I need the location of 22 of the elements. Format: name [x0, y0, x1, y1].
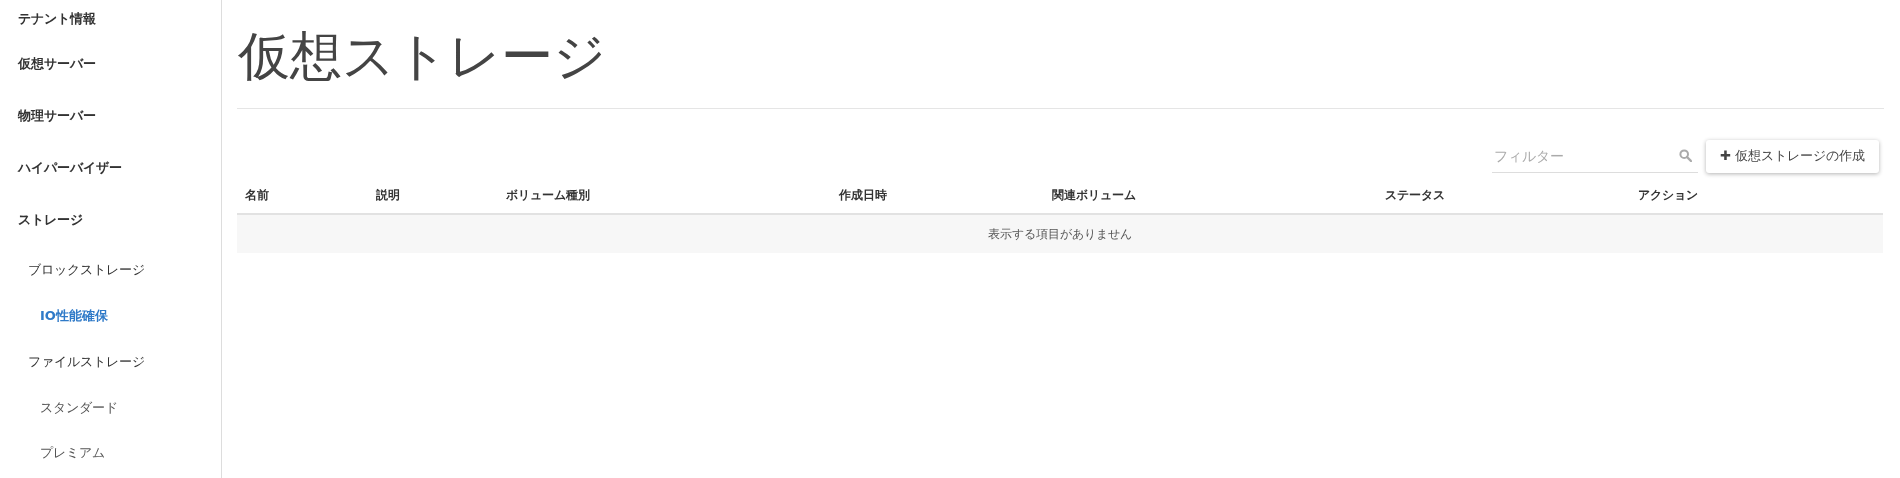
sidebar-item[interactable]: プレミアム [0, 430, 221, 475]
column-header: ステータス [1384, 187, 1446, 204]
sidebar-item[interactable]: ストレージ [0, 194, 221, 246]
column-header: 名前 [244, 187, 270, 204]
sidebar-item[interactable]: 物理サーバー [0, 90, 221, 142]
column-header: 説明 [375, 187, 401, 204]
sidebar-item[interactable]: IO性能確保 [0, 293, 221, 338]
create-storage-button[interactable]: ✚ 仮想ストレージの作成 [1706, 139, 1879, 173]
sidebar-item[interactable]: ファイルストレージ [0, 338, 221, 385]
sidebar-item[interactable]: テナント情報 [0, 0, 221, 38]
search-icon [1679, 149, 1693, 162]
sidebar-item[interactable]: ハイパーバイザー [0, 142, 221, 194]
column-header: 関連ボリューム [1051, 187, 1137, 204]
empty-message: 表示する項目がありません [237, 215, 1883, 253]
column-header: アクション [1637, 187, 1699, 204]
sidebar-item[interactable]: ブロックストレージ [0, 246, 221, 293]
column-header: ボリューム種別 [505, 187, 591, 204]
sidebar-item[interactable]: 仮想サーバー [0, 38, 221, 90]
sidebar-item[interactable]: スタンダード [0, 385, 221, 430]
page-title: 仮想ストレージ [237, 0, 1884, 109]
filter-field[interactable]: フィルター [1492, 139, 1699, 173]
column-header: 作成日時 [838, 187, 888, 204]
